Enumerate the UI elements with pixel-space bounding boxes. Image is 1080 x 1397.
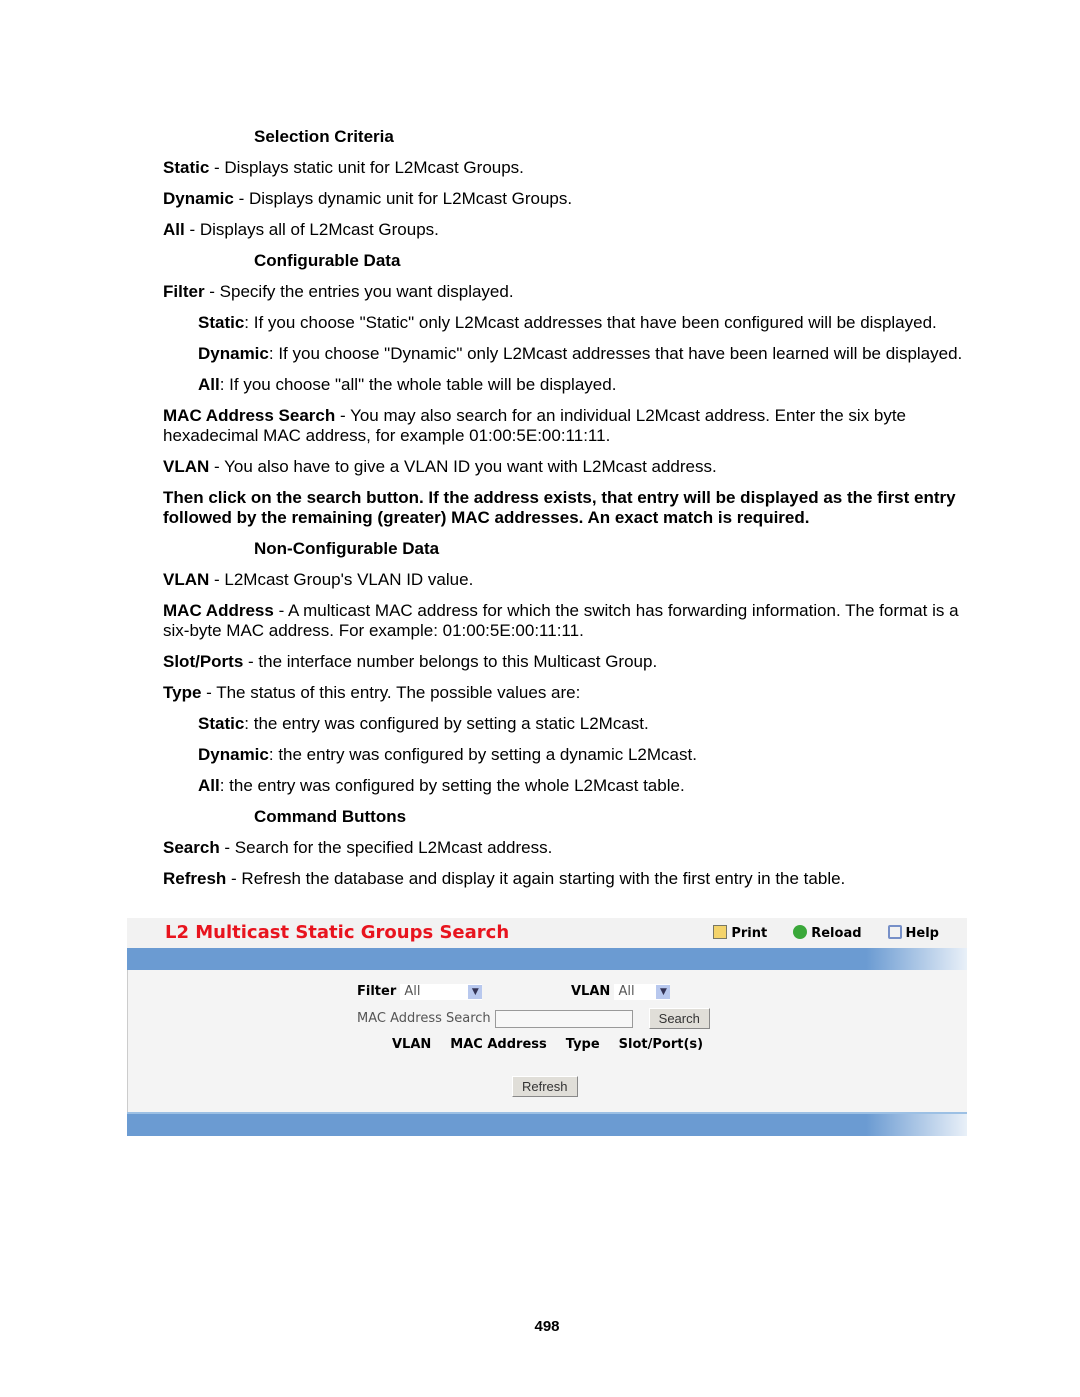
- panel-body: Filter All ▼ VLAN All ▼ MAC Address Search…: [127, 970, 967, 1112]
- filter-select[interactable]: All ▼: [400, 984, 483, 1000]
- paragraph: Refresh - Refresh the database and displ…: [163, 869, 846, 888]
- page-number: 498: [534, 1318, 560, 1335]
- paragraph: Search - Search for the specified L2Mcas…: [163, 838, 553, 857]
- table-header: VLAN MAC Address Type Slot/Port(s): [392, 1037, 703, 1052]
- document-page: Selection Criteria Static - Displays sta…: [0, 0, 1080, 1397]
- printer-icon: [713, 925, 728, 939]
- vlan-label: VLAN: [571, 984, 611, 999]
- paragraph: Type - The status of this entry. The pos…: [163, 683, 581, 702]
- paragraph: Static: If you choose "Static" only L2Mc…: [198, 313, 937, 332]
- vlan-select[interactable]: All ▼: [614, 984, 671, 1000]
- column-header: MAC Address: [450, 1037, 547, 1052]
- paragraph: MAC Address - A multicast MAC address fo…: [163, 601, 959, 640]
- paragraph: Dynamic: the entry was configured by set…: [198, 745, 697, 764]
- panel-header: L2 Multicast Static Groups Search Print …: [127, 918, 967, 948]
- help-text: Selection Criteria Static - Displays sta…: [163, 127, 973, 900]
- reload-button[interactable]: Reload: [793, 925, 862, 941]
- mac-search-label: MAC Address Search: [357, 1011, 491, 1026]
- print-button[interactable]: Print: [713, 925, 767, 941]
- chevron-down-icon: ▼: [656, 985, 671, 999]
- paragraph: VLAN - You also have to give a VLAN ID y…: [163, 457, 717, 476]
- heading: Command Buttons: [254, 807, 407, 826]
- search-button[interactable]: Search: [648, 1008, 710, 1029]
- paragraph: All: If you choose "all" the whole table…: [198, 375, 617, 394]
- paragraph: MAC Address Search - You may also search…: [163, 406, 907, 445]
- help-button[interactable]: Help: [887, 925, 939, 941]
- paragraph: All - Displays all of L2Mcast Groups.: [163, 220, 439, 239]
- column-header: Slot/Port(s): [618, 1037, 704, 1052]
- chevron-down-icon: ▼: [468, 985, 483, 999]
- mac-address-search-input[interactable]: [494, 1009, 633, 1028]
- paragraph: Dynamic - Displays dynamic unit for L2Mc…: [163, 189, 573, 208]
- filter-label: Filter: [357, 984, 397, 999]
- paragraph: Slot/Ports - the interface number belong…: [163, 652, 658, 671]
- bottom-bar: [127, 1112, 967, 1136]
- paragraph: Filter - Specify the entries you want di…: [163, 282, 514, 301]
- heading: Configurable Data: [254, 251, 401, 270]
- heading: Selection Criteria: [254, 127, 394, 146]
- heading: Non-Configurable Data: [254, 539, 440, 558]
- help-book-icon: [887, 925, 902, 939]
- column-header: VLAN: [392, 1037, 432, 1052]
- l2-multicast-screenshot: L2 Multicast Static Groups Search Print …: [127, 918, 967, 1136]
- paragraph: Dynamic: If you choose "Dynamic" only L2…: [198, 344, 963, 363]
- paragraph: Then click on the search button. If the …: [163, 488, 956, 527]
- paragraph: Static - Displays static unit for L2Mcas…: [163, 158, 524, 177]
- column-header: Type: [565, 1037, 600, 1052]
- top-bar: [127, 948, 967, 970]
- paragraph: VLAN - L2Mcast Group's VLAN ID value.: [163, 570, 474, 589]
- reload-icon: [793, 925, 808, 939]
- refresh-button[interactable]: Refresh: [512, 1076, 578, 1097]
- panel-title: L2 Multicast Static Groups Search: [165, 922, 510, 943]
- paragraph: All: the entry was configured by setting…: [198, 776, 685, 795]
- paragraph: Static: the entry was configured by sett…: [198, 714, 649, 733]
